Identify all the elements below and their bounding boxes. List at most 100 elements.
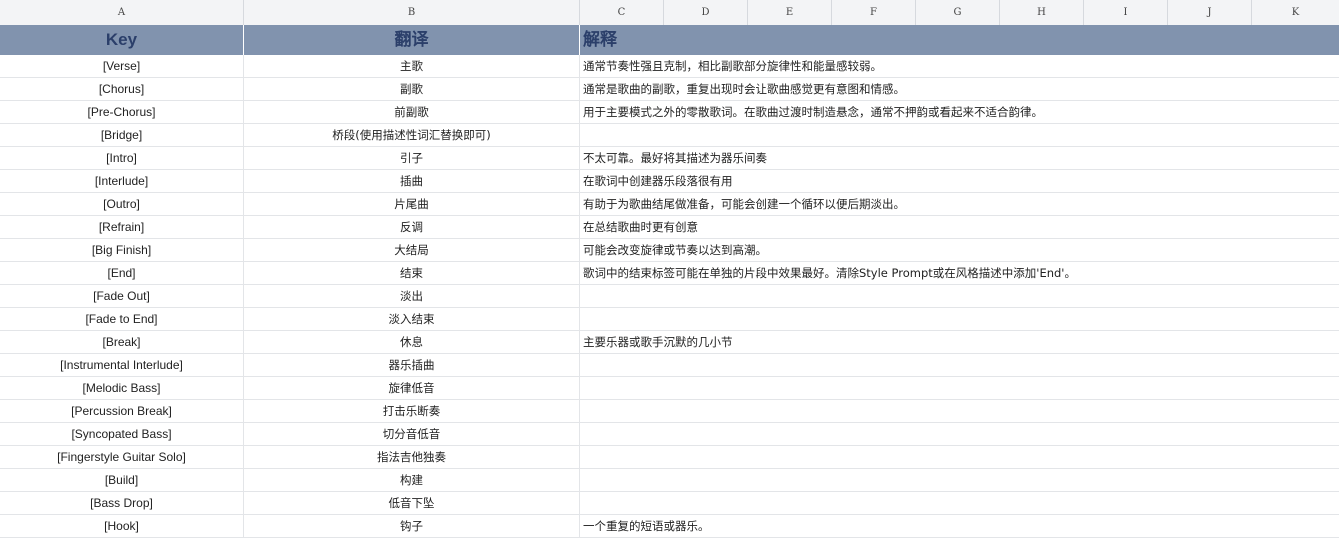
cell-key[interactable]: [Bridge]	[0, 124, 244, 146]
cell-key[interactable]: [Pre-Chorus]	[0, 101, 244, 123]
cell-key[interactable]: [Intro]	[0, 147, 244, 169]
cell-translation[interactable]: 引子	[244, 147, 580, 169]
cell-key[interactable]: [Hook]	[0, 515, 244, 537]
table-row: [Bass Drop] 低音下坠	[0, 492, 1339, 515]
table-row: [Interlude] 插曲 在歌词中创建器乐段落很有用	[0, 170, 1339, 193]
table-row: [Percussion Break] 打击乐断奏	[0, 400, 1339, 423]
table-row: [Build] 构建	[0, 469, 1339, 492]
table-row: [Break] 休息 主要乐器或歌手沉默的几小节	[0, 331, 1339, 354]
cell-explanation[interactable]: 用于主要模式之外的零散歌词。在歌曲过渡时制造悬念，通常不押韵或看起来不适合韵律。	[580, 101, 1339, 123]
table-body: [Verse] 主歌 通常节奏性强且克制，相比副歌部分旋律性和能量感较弱。 [Chor…	[0, 55, 1339, 538]
table-row: [Fingerstyle Guitar Solo] 指法吉他独奏	[0, 446, 1339, 469]
cell-explanation[interactable]	[580, 377, 1339, 399]
cell-key[interactable]: [Refrain]	[0, 216, 244, 238]
cell-translation[interactable]: 大结局	[244, 239, 580, 261]
cell-translation[interactable]: 器乐插曲	[244, 354, 580, 376]
cell-key[interactable]: [Fade to End]	[0, 308, 244, 330]
cell-explanation[interactable]	[580, 354, 1339, 376]
cell-key[interactable]: [Syncopated Bass]	[0, 423, 244, 445]
cell-translation[interactable]: 副歌	[244, 78, 580, 100]
cell-translation[interactable]: 切分音低音	[244, 423, 580, 445]
cell-explanation[interactable]: 不太可靠。最好将其描述为器乐间奏	[580, 147, 1339, 169]
header-key[interactable]: Key	[0, 25, 244, 55]
table-row: [Fade to End] 淡入结束	[0, 308, 1339, 331]
column-header-h[interactable]: H	[1000, 0, 1084, 25]
cell-explanation[interactable]: 歌词中的结束标签可能在单独的片段中效果最好。清除Style Prompt或在风格…	[580, 262, 1339, 284]
column-header-e[interactable]: E	[748, 0, 832, 25]
column-header-j[interactable]: J	[1168, 0, 1252, 25]
cell-translation[interactable]: 钩子	[244, 515, 580, 537]
cell-explanation[interactable]	[580, 308, 1339, 330]
cell-explanation[interactable]: 主要乐器或歌手沉默的几小节	[580, 331, 1339, 353]
cell-explanation[interactable]	[580, 492, 1339, 514]
cell-translation[interactable]: 结束	[244, 262, 580, 284]
cell-translation[interactable]: 主歌	[244, 55, 580, 77]
cell-translation[interactable]: 反调	[244, 216, 580, 238]
table-row: [Outro] 片尾曲 有助于为歌曲结尾做准备，可能会创建一个循环以便后期淡出。	[0, 193, 1339, 216]
column-header-bar: A B C D E F G H I J K	[0, 0, 1339, 26]
table-row: [Chorus] 副歌 通常是歌曲的副歌，重复出现时会让歌曲感觉更有意图和情感。	[0, 78, 1339, 101]
cell-key[interactable]: [Percussion Break]	[0, 400, 244, 422]
cell-translation[interactable]: 构建	[244, 469, 580, 491]
cell-explanation[interactable]: 一个重复的短语或器乐。	[580, 515, 1339, 537]
table-row: [Melodic Bass] 旋律低音	[0, 377, 1339, 400]
cell-key[interactable]: [Big Finish]	[0, 239, 244, 261]
cell-explanation[interactable]	[580, 423, 1339, 445]
cell-translation[interactable]: 低音下坠	[244, 492, 580, 514]
table-row: [End] 结束 歌词中的结束标签可能在单独的片段中效果最好。清除Style Pro…	[0, 262, 1339, 285]
cell-translation[interactable]: 休息	[244, 331, 580, 353]
table-row: [Instrumental Interlude] 器乐插曲	[0, 354, 1339, 377]
cell-explanation[interactable]	[580, 446, 1339, 468]
table-row: [Refrain] 反调 在总结歌曲时更有创意	[0, 216, 1339, 239]
cell-key[interactable]: [Bass Drop]	[0, 492, 244, 514]
cell-key[interactable]: [Interlude]	[0, 170, 244, 192]
cell-translation[interactable]: 片尾曲	[244, 193, 580, 215]
cell-explanation[interactable]: 有助于为歌曲结尾做准备，可能会创建一个循环以便后期淡出。	[580, 193, 1339, 215]
spreadsheet: A B C D E F G H I J K Key 翻译 解释 [Verse] 主…	[0, 0, 1339, 542]
cell-key[interactable]: [Verse]	[0, 55, 244, 77]
table-row: [Intro] 引子 不太可靠。最好将其描述为器乐间奏	[0, 147, 1339, 170]
cell-translation[interactable]: 淡入结束	[244, 308, 580, 330]
column-header-i[interactable]: I	[1084, 0, 1168, 25]
cell-explanation[interactable]: 在总结歌曲时更有创意	[580, 216, 1339, 238]
table-row: [Pre-Chorus] 前副歌 用于主要模式之外的零散歌词。在歌曲过渡时制造悬念，…	[0, 101, 1339, 124]
cell-explanation[interactable]: 通常节奏性强且克制，相比副歌部分旋律性和能量感较弱。	[580, 55, 1339, 77]
cell-explanation[interactable]	[580, 124, 1339, 146]
table-row: [Verse] 主歌 通常节奏性强且克制，相比副歌部分旋律性和能量感较弱。	[0, 55, 1339, 78]
table-row: [Syncopated Bass] 切分音低音	[0, 423, 1339, 446]
cell-key[interactable]: [Outro]	[0, 193, 244, 215]
column-header-d[interactable]: D	[664, 0, 748, 25]
header-explanation[interactable]: 解释	[580, 25, 1339, 55]
cell-explanation[interactable]: 通常是歌曲的副歌，重复出现时会让歌曲感觉更有意图和情感。	[580, 78, 1339, 100]
column-header-f[interactable]: F	[832, 0, 916, 25]
cell-explanation[interactable]	[580, 469, 1339, 491]
table-row: [Fade Out] 淡出	[0, 285, 1339, 308]
cell-key[interactable]: [Build]	[0, 469, 244, 491]
cell-key[interactable]: [Break]	[0, 331, 244, 353]
cell-key[interactable]: [Instrumental Interlude]	[0, 354, 244, 376]
cell-explanation[interactable]: 可能会改变旋律或节奏以达到高潮。	[580, 239, 1339, 261]
cell-key[interactable]: [Chorus]	[0, 78, 244, 100]
table-header-row: Key 翻译 解释	[0, 25, 1339, 55]
cell-key[interactable]: [End]	[0, 262, 244, 284]
cell-explanation[interactable]	[580, 400, 1339, 422]
cell-translation[interactable]: 淡出	[244, 285, 580, 307]
column-header-k[interactable]: K	[1252, 0, 1339, 25]
cell-explanation[interactable]: 在歌词中创建器乐段落很有用	[580, 170, 1339, 192]
cell-translation[interactable]: 插曲	[244, 170, 580, 192]
cell-translation[interactable]: 指法吉他独奏	[244, 446, 580, 468]
cell-key[interactable]: [Melodic Bass]	[0, 377, 244, 399]
column-header-b[interactable]: B	[244, 0, 580, 25]
cell-translation[interactable]: 打击乐断奏	[244, 400, 580, 422]
cell-translation[interactable]: 前副歌	[244, 101, 580, 123]
cell-explanation[interactable]	[580, 285, 1339, 307]
column-header-c[interactable]: C	[580, 0, 664, 25]
cell-key[interactable]: [Fingerstyle Guitar Solo]	[0, 446, 244, 468]
column-header-g[interactable]: G	[916, 0, 1000, 25]
header-translation[interactable]: 翻译	[244, 25, 580, 55]
column-header-a[interactable]: A	[0, 0, 244, 25]
cell-key[interactable]: [Fade Out]	[0, 285, 244, 307]
cell-translation[interactable]: 旋律低音	[244, 377, 580, 399]
table-row: [Bridge] 桥段(使用描述性词汇替换即可)	[0, 124, 1339, 147]
cell-translation[interactable]: 桥段(使用描述性词汇替换即可)	[244, 124, 580, 146]
